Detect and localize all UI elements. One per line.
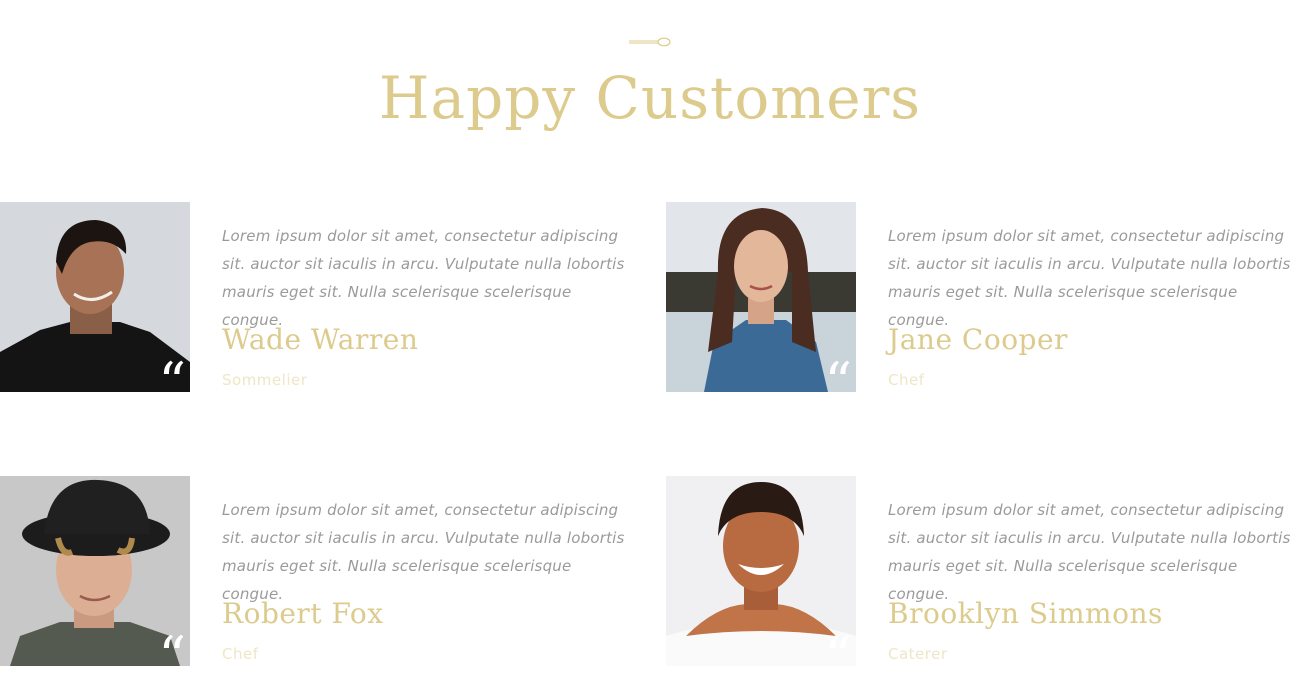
testimonial-card: “ Lorem ipsum dolor sit amet, consectetu… [666, 202, 1300, 402]
avatar: “ [0, 476, 190, 666]
avatar: “ [666, 476, 856, 666]
testimonial-quote: Lorem ipsum dolor sit amet, consectetur … [222, 501, 625, 603]
testimonial-card: “ Lorem ipsum dolor sit amet, consectetu… [0, 202, 640, 402]
customer-name: Robert Fox [222, 597, 384, 630]
customer-name: Brooklyn Simmons [888, 597, 1163, 630]
spoon-icon [629, 37, 671, 47]
customer-role: Chef [222, 645, 259, 663]
quote-icon: “ [824, 625, 852, 667]
testimonials-section: Happy Customers “ Lorem ipsum dolor sit … [0, 0, 1300, 686]
customer-role: Chef [888, 371, 925, 389]
quote-icon: “ [158, 351, 186, 393]
quote-icon: “ [158, 625, 186, 667]
customer-role: Sommelier [222, 371, 308, 389]
testimonial-card: “ Lorem ipsum dolor sit amet, consectetu… [0, 476, 640, 676]
testimonial-card: “ Lorem ipsum dolor sit amet, consectetu… [666, 476, 1300, 676]
avatar: “ [0, 202, 190, 392]
testimonial-quote: Lorem ipsum dolor sit amet, consectetur … [222, 227, 625, 329]
section-title: Happy Customers [378, 64, 922, 132]
customer-name: Jane Cooper [888, 323, 1068, 356]
avatar: “ [666, 202, 856, 392]
quote-icon: “ [824, 351, 852, 393]
testimonial-quote: Lorem ipsum dolor sit amet, consectetur … [888, 227, 1291, 329]
customer-name: Wade Warren [222, 323, 419, 356]
customer-role: Caterer [888, 645, 948, 663]
testimonial-quote: Lorem ipsum dolor sit amet, consectetur … [888, 501, 1291, 603]
